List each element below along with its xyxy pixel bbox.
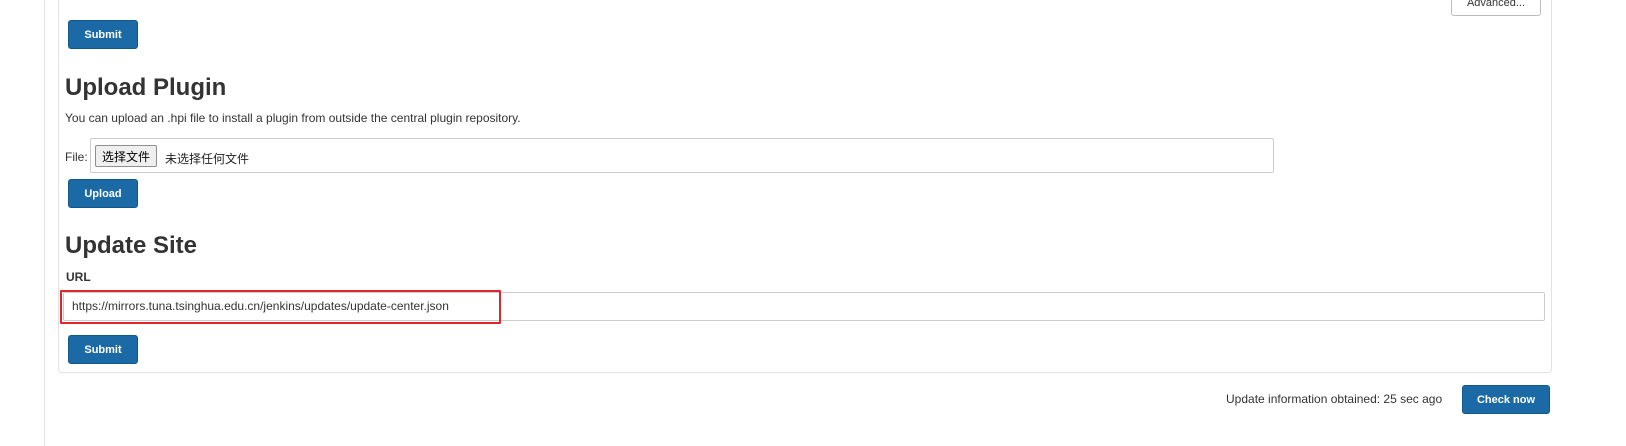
update-info-text: Update information obtained: 25 sec ago bbox=[1226, 392, 1443, 406]
update-site-submit-button[interactable]: Submit bbox=[68, 335, 138, 364]
advanced-button[interactable]: Advanced... bbox=[1451, 0, 1541, 16]
file-upload-row: File: 选择文件 未选择任何文件 bbox=[58, 138, 1274, 173]
check-now-button[interactable]: Check now bbox=[1462, 385, 1550, 414]
upload-plugin-title: Upload Plugin bbox=[65, 74, 227, 101]
choose-file-button[interactable]: 选择文件 bbox=[95, 145, 158, 167]
upload-plugin-description: You can upload an .hpi file to install a… bbox=[65, 111, 521, 125]
left-divider bbox=[44, 0, 45, 446]
proxy-submit-button[interactable]: Submit bbox=[68, 20, 138, 49]
file-input[interactable]: 选择文件 未选择任何文件 bbox=[90, 138, 1274, 173]
url-label: URL bbox=[66, 270, 91, 284]
update-site-url-input[interactable]: https://mirrors.tuna.tsinghua.edu.cn/jen… bbox=[63, 292, 1545, 321]
upload-button[interactable]: Upload bbox=[68, 179, 138, 208]
file-label: File: bbox=[65, 150, 88, 164]
update-site-title: Update Site bbox=[65, 232, 198, 259]
no-file-selected-text: 未选择任何文件 bbox=[165, 152, 250, 166]
